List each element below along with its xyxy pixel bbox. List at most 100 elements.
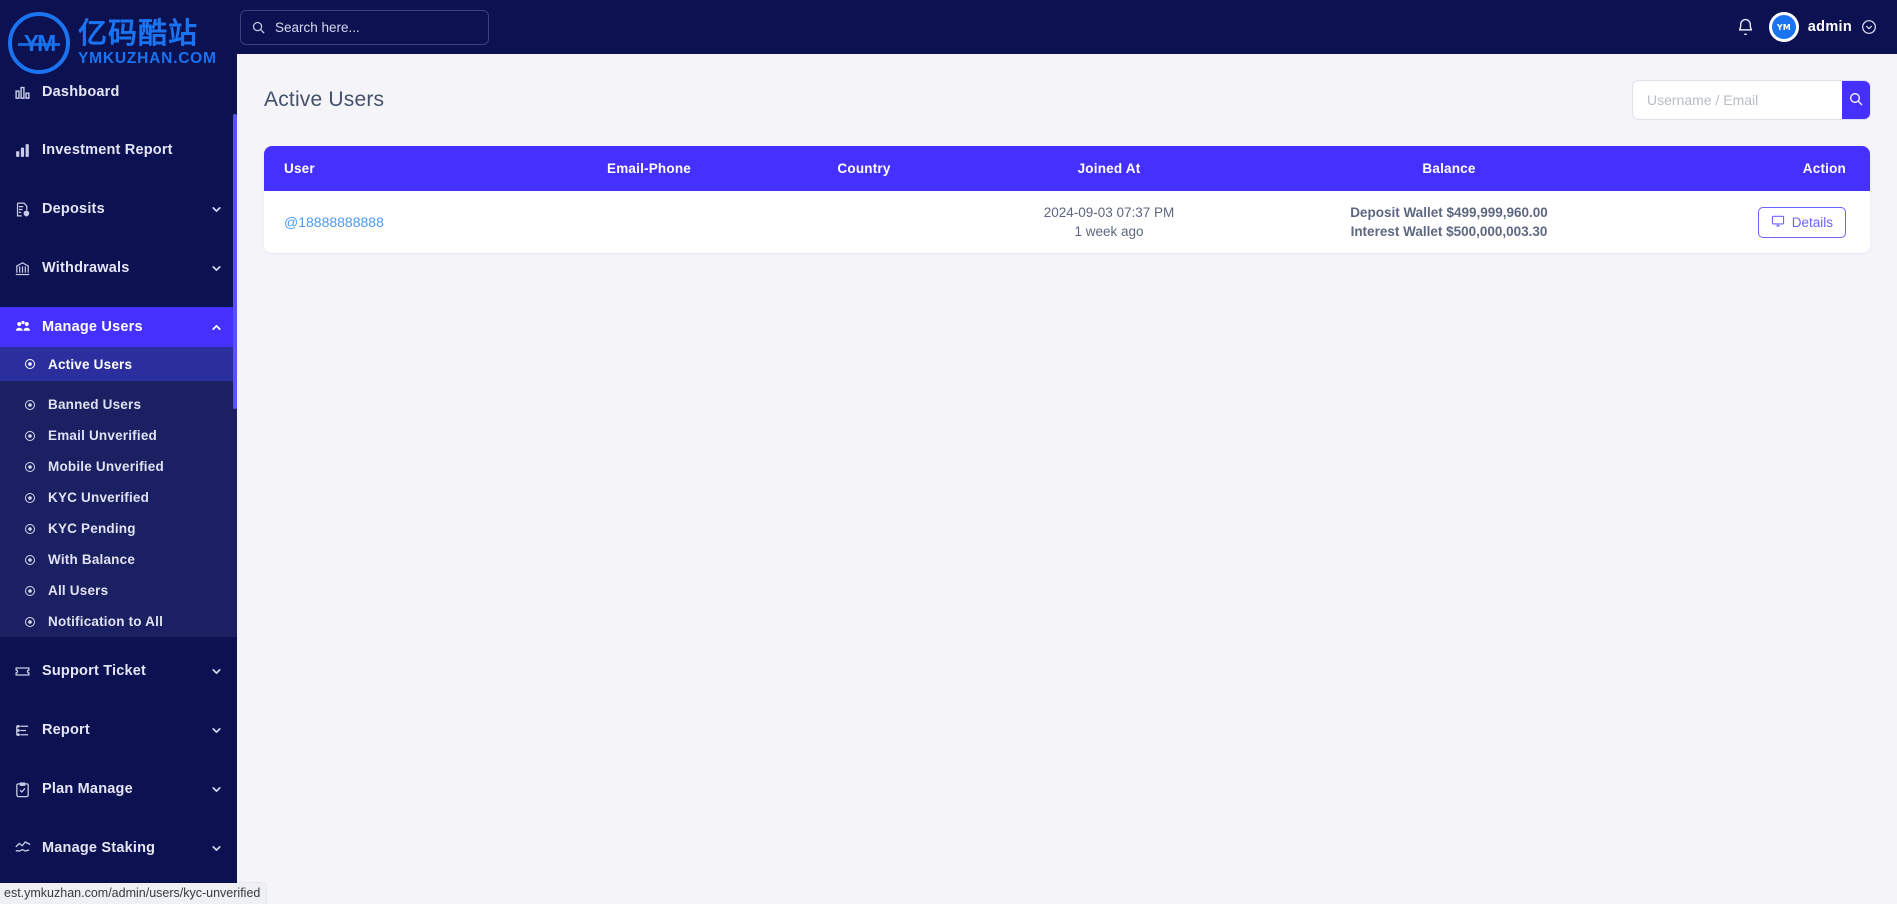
users-table-card: User Email-Phone Country Joined At Balan… (264, 146, 1870, 253)
sidebar-subitem-label: Active Users (48, 356, 133, 372)
global-search-input[interactable] (275, 19, 478, 35)
page-header: Active Users (264, 54, 1870, 146)
column-header-balance: Balance (1422, 161, 1476, 176)
sidebar-subitem-mobile-unverified[interactable]: Mobile Unverified (0, 451, 237, 482)
sidebar-item-withdrawals[interactable]: Withdrawals (0, 248, 237, 288)
logo-text: 亿码酷站 YMKUZHAN.COM (78, 19, 217, 67)
cell-joined-at: 2024-09-03 07:37 PM 1 week ago (964, 191, 1254, 253)
users-table-head: User Email-Phone Country Joined At Balan… (264, 146, 1870, 191)
sidebar-subitem-email-unverified[interactable]: Email Unverified (0, 420, 237, 451)
search-icon (1848, 91, 1864, 110)
column-header-joined: Joined At (1077, 161, 1141, 176)
sidebar-item-label: Investment Report (42, 142, 173, 158)
circle-dot-icon (24, 554, 48, 566)
circle-dot-icon (24, 358, 48, 370)
circle-dot-icon (24, 523, 48, 535)
cell-balance: Deposit Wallet $499,999,960.00 Interest … (1254, 191, 1644, 253)
chevron-down-icon (210, 842, 223, 855)
user-link[interactable]: @18888888888 (284, 214, 384, 230)
sidebar-item-dashboard[interactable]: Dashboard (0, 72, 237, 112)
circle-dot-icon (24, 430, 48, 442)
users-table-body: @18888888888 2024-09-03 07:37 PM 1 week … (264, 191, 1870, 253)
circle-dot-icon (24, 461, 48, 473)
sidebar-item-deposits[interactable]: $ Deposits (0, 189, 237, 229)
search-icon (251, 20, 266, 35)
column-header-email: Email-Phone (607, 161, 691, 176)
sidebar-subitem-with-balance[interactable]: With Balance (0, 544, 237, 575)
sidebar-item-report[interactable]: Report (0, 710, 237, 750)
sidebar: YM 亿码酷站 YMKUZHAN.COM Dashboard Investmen… (0, 0, 237, 904)
topbar: YM admin (237, 0, 1897, 54)
interest-wallet-balance: Interest Wallet $500,000,003.30 (1350, 224, 1548, 239)
user-search-button[interactable] (1842, 81, 1870, 119)
deposit-wallet-balance: Deposit Wallet $499,999,960.00 (1350, 205, 1548, 220)
clipboard-icon (14, 781, 40, 798)
page-title: Active Users (264, 88, 385, 111)
cell-action: Details (1644, 191, 1870, 253)
logo-domain: YMKUZHAN.COM (78, 50, 217, 68)
column-header-user: User (284, 161, 315, 176)
sidebar-subitem-banned-users[interactable]: Banned Users (0, 389, 237, 420)
topbar-right: YM admin (1736, 12, 1897, 42)
bar-chart-icon (14, 142, 40, 159)
svg-text:$: $ (25, 211, 28, 217)
sidebar-item-manage-users[interactable]: Manage Users (0, 307, 237, 347)
logo-mark-icon: YM (8, 12, 70, 74)
sidebar-subitem-label: With Balance (48, 552, 136, 567)
sidebar-item-plan-manage[interactable]: Plan Manage (0, 769, 237, 809)
sidebar-subitem-label: Email Unverified (48, 428, 157, 443)
user-search-form (1633, 81, 1870, 119)
cell-user: @18888888888 (264, 191, 534, 253)
sidebar-subitem-kyc-pending[interactable]: KYC Pending (0, 513, 237, 544)
sidebar-item-label: Manage Users (42, 319, 143, 335)
admin-dashboard-page: YM 亿码酷站 YMKUZHAN.COM Dashboard Investmen… (0, 0, 1897, 904)
circle-dot-icon (24, 585, 48, 597)
main-content: Active Users User Email-Phone Country (237, 54, 1897, 904)
sidebar-item-manage-staking[interactable]: Manage Staking (0, 828, 237, 868)
column-header-country: Country (837, 161, 891, 176)
user-search-input[interactable] (1633, 81, 1842, 119)
cell-country (764, 191, 964, 253)
ticket-icon (14, 663, 40, 680)
status-bar-url: est.ymkuzhan.com/admin/users/kyc-unverif… (0, 883, 267, 904)
sidebar-subitem-kyc-unverified[interactable]: KYC Unverified (0, 482, 237, 513)
user-menu[interactable]: YM admin (1768, 12, 1877, 42)
sidebar-nav: Dashboard Investment Report $ Deposits W… (0, 72, 237, 904)
chevron-up-icon (210, 321, 223, 334)
bell-icon[interactable] (1736, 18, 1755, 37)
cell-email-phone (534, 191, 764, 253)
details-button-label: Details (1791, 214, 1833, 230)
circle-dot-icon (24, 616, 48, 628)
logo-mark-text: YM (23, 29, 56, 56)
user-name: admin (1807, 19, 1852, 35)
chevron-down-icon (210, 724, 223, 737)
sidebar-subitem-label: KYC Unverified (48, 490, 150, 505)
sidebar-item-label: Plan Manage (42, 781, 133, 797)
bank-icon (14, 260, 40, 277)
monitor-icon (1771, 214, 1785, 231)
users-table: User Email-Phone Country Joined At Balan… (264, 146, 1870, 253)
circle-dot-icon (24, 399, 48, 411)
joined-date: 2024-09-03 07:37 PM (1043, 205, 1175, 220)
sidebar-subitem-notification-to-all[interactable]: Notification to All (0, 606, 237, 637)
sidebar-subitem-all-users[interactable]: All Users (0, 575, 237, 606)
sidebar-subitem-label: Banned Users (48, 397, 142, 412)
global-search[interactable] (240, 9, 489, 45)
circle-dot-icon (24, 492, 48, 504)
sidebar-subitem-label: Mobile Unverified (48, 459, 164, 474)
chevron-down-icon (210, 783, 223, 796)
chevron-down-circle-icon[interactable] (1861, 19, 1877, 35)
sidebar-subitem-active-users[interactable]: Active Users (0, 347, 237, 381)
sidebar-item-label: Manage Staking (42, 840, 156, 856)
users-group-icon (14, 318, 40, 336)
sidebar-item-label: Support Ticket (42, 663, 147, 679)
sidebar-subitem-label: All Users (48, 583, 109, 598)
sidebar-item-label: Withdrawals (42, 260, 130, 276)
logo-chinese-name: 亿码酷站 (78, 16, 199, 51)
sidebar-item-investment-report[interactable]: Investment Report (0, 130, 237, 170)
sidebar-item-support-ticket[interactable]: Support Ticket (0, 651, 237, 691)
list-icon (14, 722, 40, 739)
table-row: @18888888888 2024-09-03 07:37 PM 1 week … (264, 191, 1870, 253)
details-button[interactable]: Details (1757, 206, 1846, 238)
dashboard-icon (14, 84, 40, 101)
